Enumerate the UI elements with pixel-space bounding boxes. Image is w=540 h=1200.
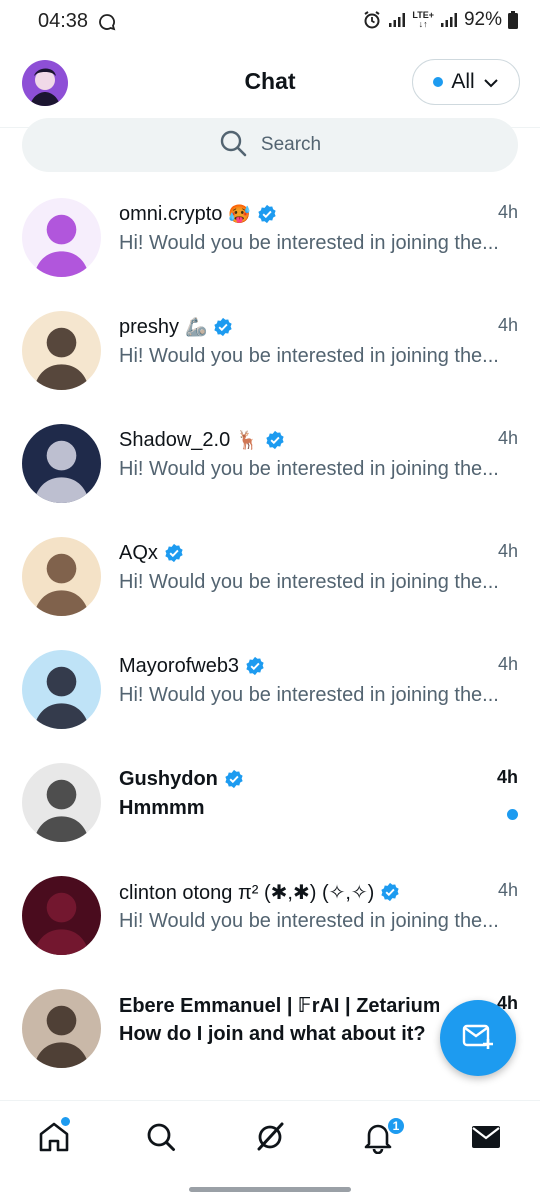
avatar[interactable] (22, 424, 101, 503)
status-bar: 04:38 LTE+ ↓↑ 92% (0, 0, 540, 46)
search-icon (219, 129, 247, 162)
verified-badge-icon (213, 317, 233, 337)
chat-name: Gushydon (119, 767, 218, 790)
alarm-icon (362, 10, 382, 30)
message-notification-icon (98, 13, 116, 36)
mail-icon (469, 1120, 503, 1159)
unread-dot (507, 809, 518, 820)
chat-name-row: Mayorofweb3 (119, 652, 439, 680)
home-notification-dot (61, 1117, 70, 1126)
verified-badge-icon (265, 430, 285, 450)
chat-name: AQx (119, 541, 158, 564)
search-icon (145, 1121, 177, 1158)
nav-explore[interactable] (143, 1121, 179, 1157)
chat-name: Ebere Emmanuel | 𝔽rAI | Zetarium (119, 994, 439, 1017)
chat-preview: Hi! Would you be interested in joining t… (119, 910, 499, 932)
avatar[interactable] (22, 537, 101, 616)
avatar[interactable] (22, 763, 101, 842)
avatar[interactable] (22, 876, 101, 955)
lte-indicator: LTE+ ↓↑ (412, 10, 434, 29)
name-emoji: 🦾 (185, 316, 208, 337)
chat-name: omni.crypto (119, 202, 223, 225)
avatar[interactable] (22, 198, 101, 277)
chat-name-row: clinton otong π² (✱,✱) (✧,✧) (119, 878, 439, 906)
nav-grok[interactable] (252, 1121, 288, 1157)
status-time: 04:38 (38, 10, 89, 32)
filter-dot (433, 77, 444, 87)
chat-name-row: Ebere Emmanuel | 𝔽rAI | Zetarium (119, 991, 439, 1019)
chat-name: clinton otong π² (✱,✱) (✧,✧) (119, 881, 375, 904)
chat-preview: Hi! Would you be interested in joining t… (119, 571, 499, 593)
chat-preview: Hi! Would you be interested in joining t… (119, 458, 499, 480)
verified-badge-icon (257, 204, 277, 224)
chat-name: Mayorofweb3 (119, 654, 240, 677)
chat-row[interactable]: Shadow_2.0 🦌 4h Hi! Would you be interested… (0, 406, 540, 519)
chat-time: 4h (497, 202, 518, 222)
verified-badge-icon (380, 882, 400, 902)
battery-icon (508, 11, 518, 29)
nav-home[interactable] (36, 1121, 72, 1157)
chat-row[interactable]: AQx 4h Hi! Would you be interested in join… (0, 519, 540, 632)
bottom-nav: 1 (0, 1100, 540, 1176)
chat-name-row: preshy 🦾 (119, 313, 439, 341)
chat-preview: Hi! Would you be interested in joining t… (119, 232, 499, 254)
search-placeholder: Search (260, 134, 322, 155)
chat-preview: Hmmmm (119, 797, 205, 819)
nav-messages[interactable] (468, 1121, 504, 1157)
status-icons: LTE+ ↓↑ 92% (362, 9, 518, 31)
chat-time: 4h (497, 541, 518, 561)
filter-dropdown[interactable]: All (412, 59, 520, 105)
chat-row[interactable]: omni.crypto 🥵 4h Hi! Would you be intereste… (0, 180, 540, 293)
search-bar[interactable]: Search (22, 118, 518, 172)
verified-badge-icon (245, 656, 265, 676)
filter-label: All (451, 70, 475, 93)
chat-time: 4h (497, 880, 518, 900)
name-emoji: 🥵 (228, 203, 251, 224)
new-message-button[interactable] (440, 1000, 516, 1076)
battery-percent: 92% (463, 9, 502, 30)
chat-name: Shadow_2.0 (119, 428, 231, 451)
chat-row[interactable]: clinton otong π² (✱,✱) (✧,✧) 4h Hi! Would … (0, 858, 540, 971)
grok-icon (253, 1120, 287, 1159)
chat-preview: Hi! Would you be interested in joining t… (119, 684, 499, 706)
chat-name-row: AQx (119, 539, 439, 567)
avatar[interactable] (22, 650, 101, 729)
notification-badge: 1 (386, 1116, 406, 1136)
signal-icon-2 (440, 12, 458, 28)
chat-time: 4h (497, 315, 518, 335)
home-indicator[interactable] (189, 1187, 351, 1192)
chat-name-row: Gushydon (119, 765, 439, 793)
chat-time: 4h (497, 654, 518, 674)
chat-time: 4h (497, 428, 518, 448)
chat-name-row: omni.crypto 🥵 (119, 200, 439, 228)
chat-row[interactable]: Mayorofweb3 4h Hi! Would you be interested… (0, 632, 540, 745)
chat-row[interactable]: Gushydon 4h Hmmmm (0, 745, 540, 858)
compose-message-icon (461, 1019, 495, 1058)
verified-badge-icon (224, 769, 244, 789)
chat-time: 4h (496, 767, 518, 787)
signal-icon (388, 12, 406, 28)
name-emoji: 🦌 (236, 429, 259, 450)
avatar[interactable] (22, 989, 101, 1068)
chat-row[interactable]: preshy 🦾 4h Hi! Would you be interested in … (0, 293, 540, 406)
avatar[interactable] (22, 311, 101, 390)
chat-preview: Hi! Would you be interested in joining t… (119, 345, 499, 367)
chevron-down-icon (483, 70, 499, 94)
verified-badge-icon (164, 543, 184, 563)
chat-name: preshy (119, 315, 180, 338)
header: Chat All (0, 46, 540, 128)
chat-name-row: Shadow_2.0 🦌 (119, 426, 439, 454)
